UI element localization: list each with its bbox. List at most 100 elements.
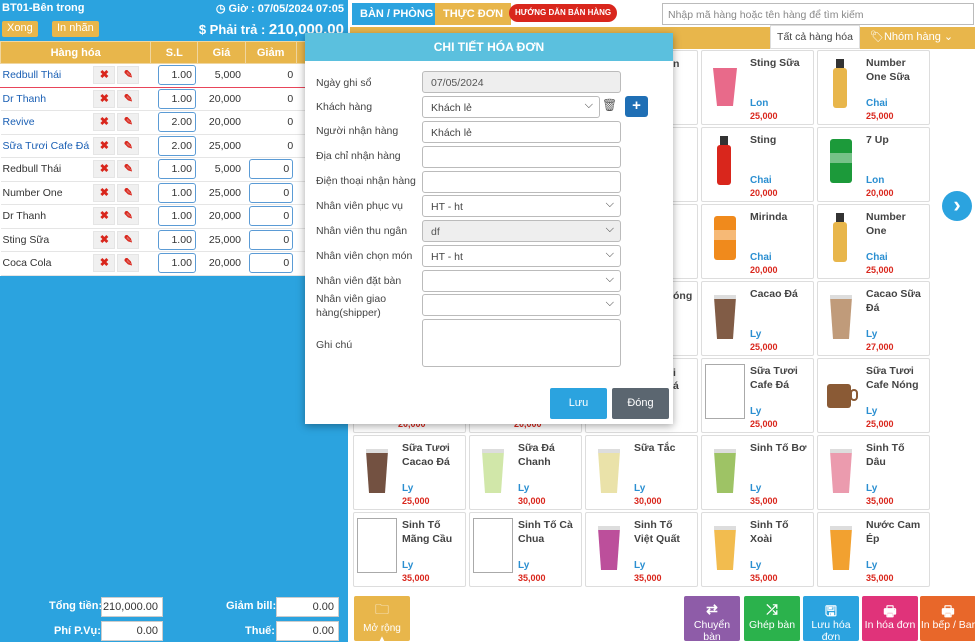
order-item-name[interactable]: Number One: [0, 181, 92, 205]
delete-icon[interactable]: ✖: [93, 207, 116, 226]
nv-giao-hang-select[interactable]: [422, 294, 621, 316]
tab-ban-phong[interactable]: BÀN / PHÒNG: [352, 3, 442, 25]
delete-icon[interactable]: ✖: [93, 89, 116, 108]
product-card[interactable]: Nước Cam Ép Ly 35,000: [817, 512, 930, 587]
discount-input[interactable]: 0: [249, 159, 294, 180]
tong-tien-field[interactable]: 210,000.00: [101, 597, 163, 617]
dia-chi-field[interactable]: [422, 146, 621, 168]
qty-input[interactable]: 1.00: [157, 182, 196, 203]
ngay-ghi-so-field[interactable]: 07/05/2024: [422, 71, 621, 93]
product-card[interactable]: Cacao Đá Ly 25,000: [701, 281, 814, 356]
product-card[interactable]: 7 Up Lon 20,000: [817, 127, 930, 202]
action-button[interactable]: 🖶 In hóa đơn: [862, 596, 918, 641]
product-card[interactable]: Sữa Tắc Ly 30,000: [585, 435, 698, 510]
product-card[interactable]: Sting Sữa Lon 25,000: [701, 50, 814, 125]
image-placeholder-icon: [705, 364, 745, 419]
order-item-name[interactable]: Redbull Thái: [0, 157, 92, 182]
edit-icon[interactable]: ✎: [117, 160, 140, 179]
delete-icon[interactable]: ✖: [93, 254, 116, 273]
mo-rong-button[interactable]: 🗀 Mở rộng ▲: [354, 596, 410, 642]
product-card[interactable]: Sữa Tươi Cafe Đá Ly 25,000: [701, 358, 814, 433]
nguoi-nhan-field[interactable]: Khách lẻ: [422, 121, 621, 143]
ghi-chu-textarea[interactable]: [422, 319, 621, 367]
order-item-name[interactable]: Dr Thanh: [0, 87, 92, 111]
qty-input[interactable]: 1.00: [157, 159, 196, 180]
order-row: Sting Sữa✖✎1.0025,000025,000: [0, 228, 348, 252]
qty-input[interactable]: 1.00: [157, 253, 196, 274]
qty-input[interactable]: 1.00: [157, 65, 196, 86]
nv-dat-ban-select[interactable]: [422, 270, 621, 292]
nv-thu-ngan-select[interactable]: df: [422, 220, 621, 242]
delete-icon[interactable]: ✖: [93, 160, 116, 179]
product-card[interactable]: Sữa Đá Chanh Ly 30,000: [469, 435, 582, 510]
order-item-name[interactable]: Sữa Tươi Cafe Đá: [0, 134, 92, 158]
price-cell: 20,000: [197, 251, 246, 276]
in-nhan-button[interactable]: In nhãn: [52, 21, 99, 37]
edit-icon[interactable]: ✎: [117, 113, 140, 132]
qty-input[interactable]: 1.00: [157, 206, 196, 227]
product-card[interactable]: Sting Chai 20,000: [701, 127, 814, 202]
edit-icon[interactable]: ✎: [117, 66, 140, 85]
discount-input[interactable]: 0: [249, 253, 294, 274]
edit-icon[interactable]: ✎: [117, 183, 140, 202]
product-card[interactable]: Sinh Tố Dâu Ly 35,000: [817, 435, 930, 510]
product-card[interactable]: Sinh Tố Bơ Ly 35,000: [701, 435, 814, 510]
delete-icon[interactable]: ✖: [93, 136, 116, 155]
order-item-name[interactable]: Sting Sữa: [0, 228, 92, 252]
product-card[interactable]: Sinh Tố Xoài Ly 35,000: [701, 512, 814, 587]
delete-icon[interactable]: ✖: [93, 113, 116, 132]
product-card[interactable]: Sinh Tố Việt Quất Ly 35,000: [585, 512, 698, 587]
order-item-name[interactable]: Redbull Thái: [0, 63, 92, 88]
discount-input[interactable]: 0: [249, 206, 294, 227]
xong-button[interactable]: Xong: [2, 21, 38, 37]
product-card[interactable]: Number One Chai 25,000: [817, 204, 930, 279]
edit-icon[interactable]: ✎: [117, 136, 140, 155]
edit-icon[interactable]: ✎: [117, 89, 140, 108]
action-button[interactable]: 🖫 Lưu hóa đơn: [803, 596, 859, 642]
nv-phuc-vu-select[interactable]: HT - ht: [422, 195, 621, 217]
trash-icon[interactable]: 🗑: [602, 98, 617, 112]
delete-icon[interactable]: ✖: [93, 183, 116, 202]
product-card[interactable]: Sinh Tố Cà Chua Ly 35,000: [469, 512, 582, 587]
khach-hang-select[interactable]: Khách lẻ: [422, 96, 600, 118]
qty-input[interactable]: 2.00: [157, 112, 196, 133]
product-card[interactable]: Cacao Sữa Đá Ly 27,000: [817, 281, 930, 356]
nv-chon-mon-label: Nhân viên chọn món: [316, 250, 413, 262]
order-item-name[interactable]: Revive: [0, 110, 92, 135]
dong-button[interactable]: Đóng: [612, 388, 669, 419]
nv-chon-mon-select[interactable]: HT - ht: [422, 245, 621, 267]
delete-icon[interactable]: ✖: [93, 66, 116, 85]
tab-thuc-don[interactable]: THỰC ĐƠN: [435, 3, 512, 25]
order-item-name[interactable]: Coca Cola: [0, 251, 92, 276]
delete-icon[interactable]: ✖: [93, 230, 116, 249]
product-card[interactable]: Sữa Tươi Cacao Đá Ly 25,000: [353, 435, 466, 510]
edit-icon[interactable]: ✎: [117, 207, 140, 226]
product-card[interactable]: Number One Sữa Chai 25,000: [817, 50, 930, 125]
giam-bill-field[interactable]: 0.00: [276, 597, 339, 617]
next-page-icon[interactable]: ›: [942, 191, 972, 221]
nhom-hang-dropdown[interactable]: 🏷Nhóm hàng ⌄: [870, 30, 953, 43]
huong-dan-button[interactable]: HƯỚNG DẪN BÁN HÀNG: [509, 4, 618, 22]
phi-pvu-field[interactable]: 0.00: [101, 621, 163, 641]
qty-input[interactable]: 2.00: [157, 135, 196, 156]
qty-input[interactable]: 1.00: [157, 88, 196, 109]
qty-input[interactable]: 1.00: [157, 229, 196, 250]
product-card[interactable]: Mirinda Chai 20,000: [701, 204, 814, 279]
order-item-name[interactable]: Dr Thanh: [0, 204, 92, 229]
cup-icon: [821, 364, 861, 419]
edit-icon[interactable]: ✎: [117, 230, 140, 249]
action-button[interactable]: ⤮ Ghép bàn: [744, 596, 800, 641]
action-button[interactable]: 🖶 In bếp / Bar: [920, 596, 975, 641]
product-card[interactable]: Sinh Tố Mãng Cầu Ly 35,000: [353, 512, 466, 587]
add-customer-button[interactable]: +: [625, 96, 648, 117]
action-button[interactable]: ⇄ Chuyển bàn: [684, 596, 740, 642]
discount-input[interactable]: 0: [249, 229, 294, 250]
luu-button[interactable]: Lưu: [550, 388, 607, 419]
dien-thoai-field[interactable]: [422, 171, 621, 193]
product-search-input[interactable]: Nhập mã hàng hoặc tên hàng để tìm kiếm: [662, 3, 974, 25]
discount-input[interactable]: 0: [249, 182, 294, 203]
tab-all-products[interactable]: Tất cả hàng hóa: [770, 25, 860, 49]
edit-icon[interactable]: ✎: [117, 254, 140, 273]
thue-field[interactable]: 0.00: [276, 621, 339, 641]
product-card[interactable]: Sữa Tươi Cafe Nóng Ly 25,000: [817, 358, 930, 433]
